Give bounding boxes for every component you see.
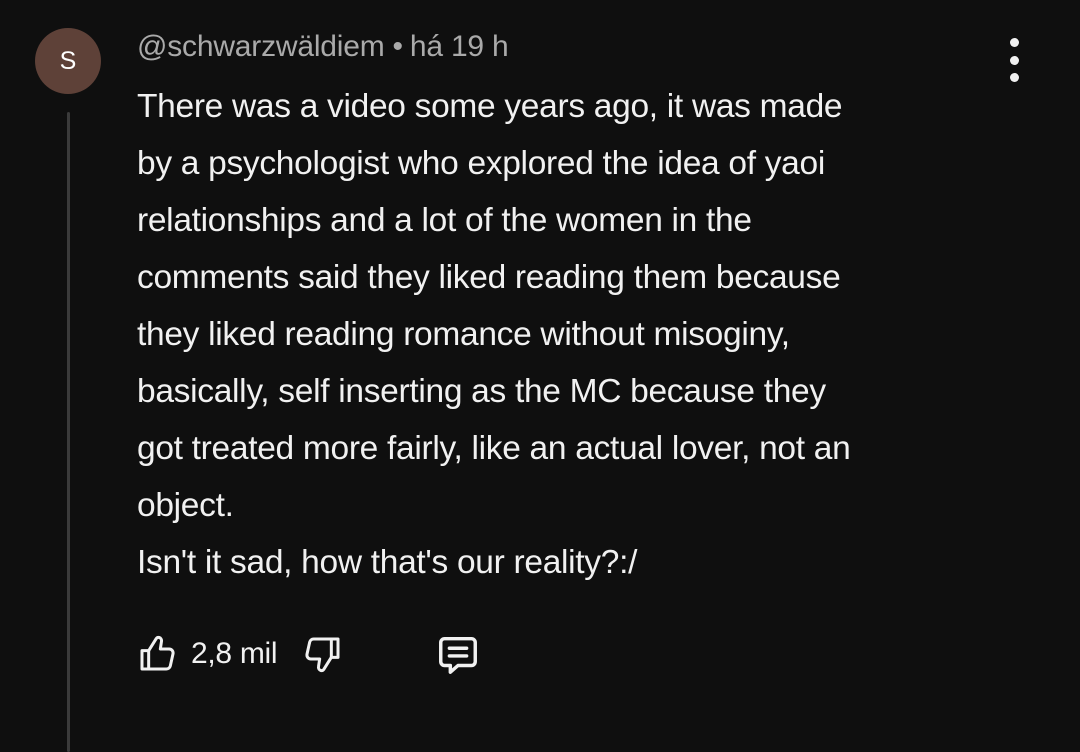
avatar-letter: S (59, 46, 77, 75)
comment-timestamp[interactable]: há 19 h (410, 30, 509, 63)
comment-line: got treated more fairly, like an actual … (137, 430, 851, 467)
author-handle[interactable]: @schwarzwäldiem (137, 30, 385, 63)
comment-text: There was a video some years ago, it was… (137, 78, 1037, 591)
comment-line: they liked reading romance without misog… (137, 316, 790, 353)
comment-line: There was a video some years ago, it was… (137, 88, 843, 125)
reply-button[interactable] (435, 631, 481, 677)
comment-line: by a psychologist who explored the idea … (137, 145, 825, 182)
thumbs-up-icon (137, 634, 177, 674)
comment-line: Isn't it sad, how that's our reality?:/ (137, 544, 638, 581)
thumbs-down-icon (303, 634, 343, 674)
comment-line: object. (137, 487, 234, 524)
more-vertical-icon-dot (1009, 55, 1019, 65)
like-button[interactable]: 2,8 mil (137, 634, 278, 674)
like-count: 2,8 mil (191, 637, 278, 670)
comment-actions: 2,8 mil (137, 630, 481, 678)
comment-reply-icon (435, 631, 481, 677)
comment-line: relationships and a lot of the women in … (137, 202, 752, 239)
comment-avatar[interactable]: S (35, 28, 101, 94)
comment-header: @schwarzwäldiem • há 19 h (137, 30, 509, 64)
comment-line: comments said they liked reading them be… (137, 259, 841, 296)
dislike-button[interactable] (303, 634, 343, 674)
more-vertical-icon (1009, 38, 1019, 47)
more-options-button[interactable] (994, 38, 1034, 82)
header-separator: • (392, 30, 404, 63)
thread-line (67, 112, 70, 752)
comment-line: basically, self inserting as the MC beca… (137, 373, 826, 410)
